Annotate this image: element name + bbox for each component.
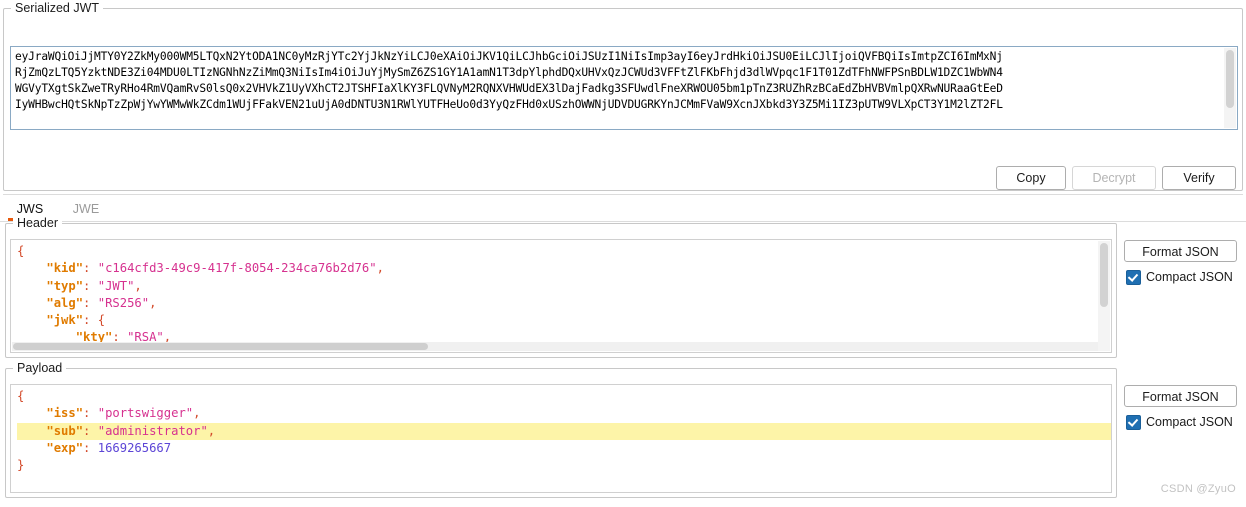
header-vscrollbar[interactable] (1098, 241, 1110, 351)
compact-json-label-payload: Compact JSON (1146, 415, 1233, 429)
checkbox-icon[interactable] (1126, 414, 1141, 430)
header-group: Header { "kid": "c164cfd3-49c9-417f-8054… (5, 216, 1117, 358)
payload-group: Payload { "iss": "portswigger", "sub": "… (5, 361, 1117, 498)
divider (3, 194, 1243, 195)
header-json-content: { "kid": "c164cfd3-49c9-417f-8054-234ca7… (17, 244, 384, 345)
payload-json-editor[interactable]: { "iss": "portswigger", "sub": "administ… (10, 384, 1112, 493)
format-json-button-payload[interactable]: Format JSON (1124, 385, 1237, 407)
decrypt-button: Decrypt (1072, 166, 1156, 190)
payload-json-content: { "iss": "portswigger", "sub": "administ… (11, 385, 1111, 474)
tab-jwe[interactable]: JWE (64, 198, 108, 221)
compact-json-label-header: Compact JSON (1146, 270, 1233, 284)
serialized-jwt-scrollbar[interactable] (1224, 48, 1236, 128)
scrollbar-thumb[interactable] (1100, 243, 1108, 307)
serialized-jwt-group: Serialized JWT eyJraWQiOiJjMTY0Y2ZkMy000… (3, 1, 1243, 191)
serialized-jwt-label: Serialized JWT (11, 1, 104, 15)
header-hscrollbar[interactable] (12, 342, 1098, 351)
checkbox-icon[interactable] (1126, 269, 1141, 285)
serialized-jwt-value: eyJraWQiOiJjMTY0Y2ZkMy000WM5LTQxN2YtODA1… (15, 50, 1003, 111)
payload-group-label: Payload (13, 361, 67, 375)
verify-button[interactable]: Verify (1162, 166, 1236, 190)
compact-json-checkbox-header[interactable]: Compact JSON (1126, 269, 1233, 285)
header-group-label: Header (13, 216, 62, 230)
header-json-editor[interactable]: { "kid": "c164cfd3-49c9-417f-8054-234ca7… (10, 239, 1112, 353)
copy-button[interactable]: Copy (996, 166, 1066, 190)
tab-underline (0, 221, 1246, 222)
watermark: CSDN @ZyuO (1160, 483, 1236, 495)
scrollbar-thumb[interactable] (1226, 50, 1234, 108)
compact-json-checkbox-payload[interactable]: Compact JSON (1126, 414, 1233, 430)
scrollbar-thumb[interactable] (13, 343, 428, 350)
serialized-jwt-input[interactable]: eyJraWQiOiJjMTY0Y2ZkMy000WM5LTQxN2YtODA1… (10, 46, 1238, 130)
tab-bar: JWS JWE (0, 198, 1246, 222)
format-json-button-header[interactable]: Format JSON (1124, 240, 1237, 262)
